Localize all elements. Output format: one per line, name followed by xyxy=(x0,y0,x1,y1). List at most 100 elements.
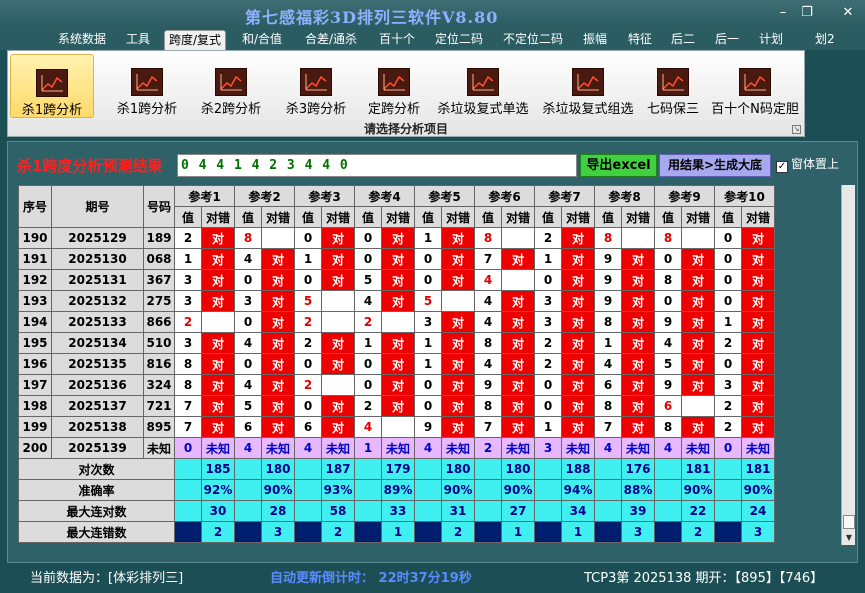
menu-item-1[interactable]: 工具 xyxy=(122,30,154,50)
value-cell: 8 xyxy=(654,269,682,291)
stat-blank-cell xyxy=(234,458,262,480)
table-row[interactable]: 192 2025131 367 3 对 0 对 0 对 5 对 0 对 4 0 对 9 对 8 对 0 对 xyxy=(18,269,775,291)
stat-blank-cell xyxy=(654,458,682,480)
miss-cell xyxy=(441,290,475,312)
col-period-header: 期号 xyxy=(51,185,144,228)
menu-item-2[interactable]: 跨度/复式 xyxy=(164,30,227,50)
table-row[interactable]: 190 2025129 189 2 对 8 0 对 0 对 1 对 8 2 对 8 8 0 对 xyxy=(18,227,775,249)
hit-cell: 对 xyxy=(381,395,415,417)
value-cell: 8 xyxy=(234,227,262,249)
menu-item-8[interactable]: 振幅 xyxy=(579,30,611,50)
stat-value-cell: 92% xyxy=(201,479,235,501)
value-cell: 0 xyxy=(234,269,262,291)
number-cell: 068 xyxy=(143,248,175,270)
value-cell: 0 xyxy=(354,227,382,249)
hit-cell: 对 xyxy=(441,416,475,438)
table-row[interactable]: 197 2025136 324 8 对 4 对 2 0 对 0 对 9 对 0 对 6 对 9 对 3 对 xyxy=(18,374,775,396)
hit-cell: 对 xyxy=(741,269,775,291)
period-cell: 2025135 xyxy=(51,353,144,375)
ribbon-button-1[interactable]: 杀1跨分析 xyxy=(106,54,188,118)
table-row[interactable]: 193 2025132 275 3 对 3 对 5 4 对 5 4 对 3 对 9 对 0 对 0 对 xyxy=(18,290,775,312)
value-subheader: 值 xyxy=(594,206,622,228)
result-field[interactable]: 0 4 4 1 4 2 3 4 4 0 xyxy=(177,154,577,177)
close-icon[interactable]: ✕ xyxy=(836,4,860,22)
ref-header: 参考2 xyxy=(234,185,295,207)
stat-value-cell: 90% xyxy=(501,479,535,501)
ribbon-button-7[interactable]: 七码保三 xyxy=(640,54,706,118)
prediction-row[interactable]: 200 2025139 未知 0 未知 4 未知 4 未知 1 未知 4 未知 2 未知 3 未知 4 未知 4 未知 0… xyxy=(18,437,775,459)
restore-icon[interactable]: ❐ xyxy=(795,4,819,22)
period-cell: 2025133 xyxy=(51,311,144,333)
ribbon-button-5[interactable]: 杀垃圾复式单选 xyxy=(431,54,535,118)
stat-value-cell: 90% xyxy=(441,479,475,501)
hit-cell: 对 xyxy=(441,248,475,270)
value-subheader: 值 xyxy=(294,206,322,228)
menu-item-9[interactable]: 特征 xyxy=(624,30,656,50)
ribbon-button-0[interactable]: 杀1跨分析 xyxy=(10,54,94,118)
stat-blank-cell xyxy=(174,500,202,522)
miss-cell xyxy=(321,311,355,333)
topmost-checkbox[interactable]: ✓ 窗体置上 xyxy=(776,155,839,175)
table-row[interactable]: 191 2025130 068 1 对 4 对 1 对 0 对 0 对 7 对 1 对 9 对 0 对 0 对 xyxy=(18,248,775,270)
table-row[interactable]: 195 2025134 510 3 对 4 对 2 对 1 对 1 对 8 对 2 对 1 对 4 对 2 对 xyxy=(18,332,775,354)
stat-value-cell: 3 xyxy=(261,521,295,543)
ribbon-button-6[interactable]: 杀垃圾复式组选 xyxy=(537,54,639,118)
title-bar: 第七感福彩3D排列三软件V8.80 – ❐ ✕ xyxy=(0,0,865,28)
value-cell: 6 xyxy=(294,416,322,438)
value-cell: 5 xyxy=(414,290,442,312)
pred-hit-cell: 未知 xyxy=(501,437,535,459)
value-cell: 4 xyxy=(234,374,262,396)
vertical-scrollbar[interactable]: ▼ xyxy=(841,185,855,545)
hit-cell: 对 xyxy=(561,290,595,312)
line-chart-icon xyxy=(378,68,410,96)
col-seq-header: 序号 xyxy=(18,185,52,228)
minimize-icon[interactable]: – xyxy=(771,4,795,22)
hit-cell: 对 xyxy=(561,374,595,396)
menu-item-7[interactable]: 不定位二码 xyxy=(499,30,567,50)
hit-cell: 对 xyxy=(201,290,235,312)
menu-item-4[interactable]: 合差/通杀 xyxy=(301,30,361,50)
hit-cell: 对 xyxy=(201,395,235,417)
menu-item-6[interactable]: 定位二码 xyxy=(431,30,487,50)
generate-base-button[interactable]: 用结果>生成大底 xyxy=(659,154,771,177)
ribbon-button-4[interactable]: 定跨分析 xyxy=(360,54,428,118)
stat-blank-cell xyxy=(354,458,382,480)
checkbox-icon[interactable]: ✓ xyxy=(776,161,788,173)
value-cell: 1 xyxy=(174,248,202,270)
ribbon-button-3[interactable]: 杀3跨分析 xyxy=(274,54,358,118)
menu-item-12[interactable]: 计划 xyxy=(755,30,787,50)
ref-header: 参考5 xyxy=(414,185,475,207)
table-row[interactable]: 194 2025133 866 2 0 对 2 2 3 对 4 对 3 对 8 对 9 对 1 对 xyxy=(18,311,775,333)
menu-item-5[interactable]: 百十个 xyxy=(375,30,419,50)
menu-item-0[interactable]: 系统数据 xyxy=(54,30,110,50)
ribbon-button-8[interactable]: 百十个N码定胆 xyxy=(708,54,802,118)
menu-item-3[interactable]: 和/合值 xyxy=(238,30,286,50)
hit-cell: 对 xyxy=(681,353,715,375)
stat-value-cell: 1 xyxy=(561,521,595,543)
value-cell: 2 xyxy=(534,227,562,249)
hit-cell: 对 xyxy=(561,332,595,354)
seq-cell: 190 xyxy=(18,227,52,249)
menu-item-10[interactable]: 后二 xyxy=(667,30,699,50)
value-cell: 0 xyxy=(414,269,442,291)
dialog-launcher-icon[interactable]: ↘ xyxy=(792,125,801,134)
stat-blank-cell xyxy=(714,500,742,522)
value-cell: 3 xyxy=(174,269,202,291)
table-row[interactable]: 198 2025137 721 7 对 5 对 0 对 2 对 0 对 8 对 0 对 8 对 6 2 对 xyxy=(18,395,775,417)
export-excel-button[interactable]: 导出excel xyxy=(580,154,657,177)
seq-cell: 192 xyxy=(18,269,52,291)
stat-value-cell: 185 xyxy=(201,458,235,480)
number-cell: 189 xyxy=(143,227,175,249)
hit-subheader: 对错 xyxy=(501,206,535,228)
ribbon-button-2[interactable]: 杀2跨分析 xyxy=(190,54,272,118)
pred-value-cell: 4 xyxy=(654,437,682,459)
pred-value-cell: 3 xyxy=(534,437,562,459)
menu-item-11[interactable]: 后一 xyxy=(711,30,743,50)
table-row[interactable]: 199 2025138 895 7 对 6 对 6 对 4 9 对 7 对 1 对 7 对 8 对 2 对 xyxy=(18,416,775,438)
hit-subheader: 对错 xyxy=(381,206,415,228)
topmost-label: 窗体置上 xyxy=(791,157,840,171)
menu-item-13[interactable]: 划2 xyxy=(811,30,839,50)
scroll-thumb[interactable] xyxy=(843,515,855,529)
table-row[interactable]: 196 2025135 816 8 对 0 对 0 对 0 对 1 对 4 对 2 对 4 对 5 对 0 对 xyxy=(18,353,775,375)
scroll-down-icon[interactable]: ▼ xyxy=(842,531,856,545)
